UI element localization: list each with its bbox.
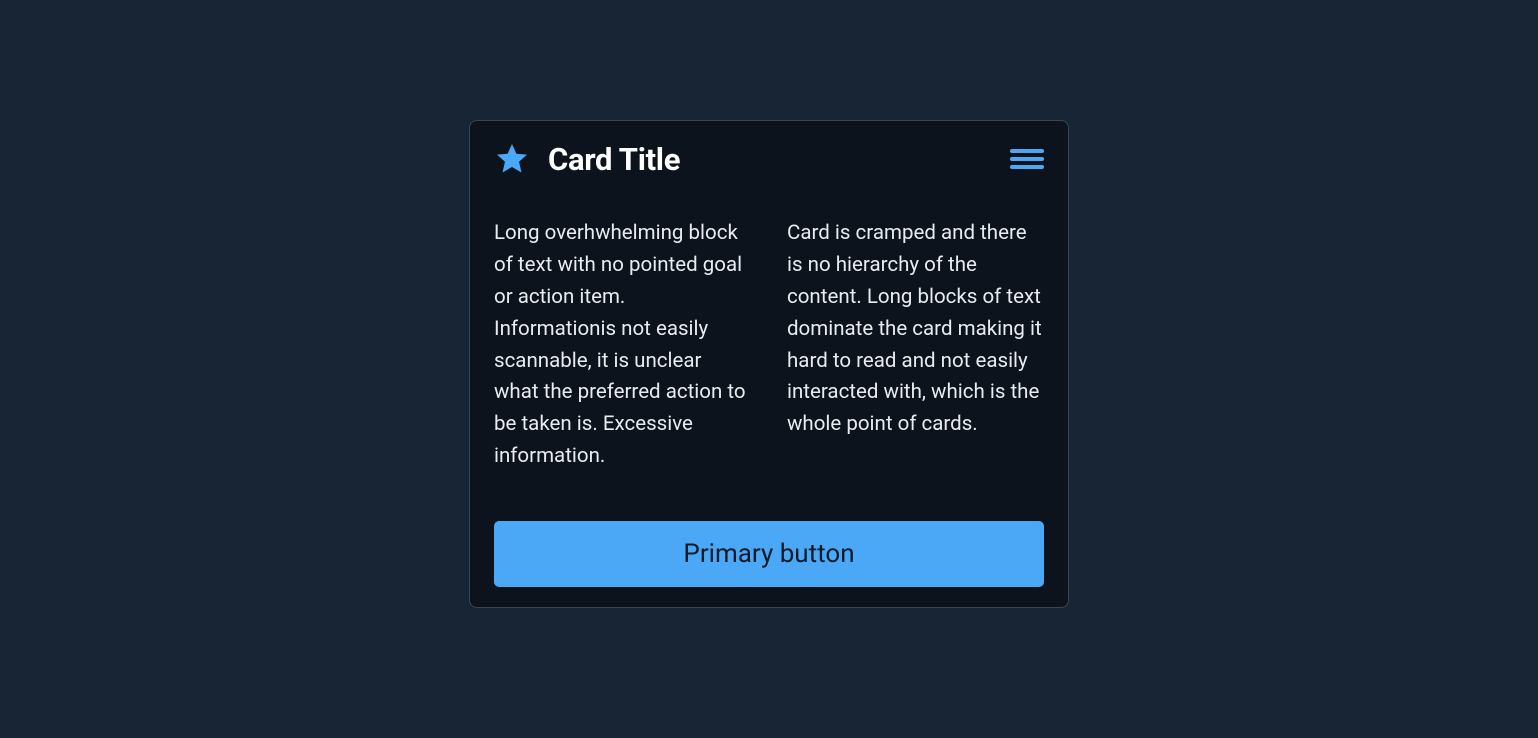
star-icon <box>494 141 530 177</box>
card-body: Long overhwhelming block of text with no… <box>494 218 1044 474</box>
card-header: Card Title <box>494 141 1044 178</box>
card-title: Card Title <box>548 141 680 178</box>
card: Card Title Long overhwhelming block of t… <box>469 120 1069 609</box>
primary-button[interactable]: Primary button <box>494 521 1044 587</box>
card-header-left: Card Title <box>494 141 680 178</box>
menu-icon[interactable] <box>1010 147 1044 171</box>
card-body-column-right: Card is cramped and there is no hierarch… <box>787 218 1044 474</box>
card-body-column-left: Long overhwhelming block of text with no… <box>494 218 751 474</box>
